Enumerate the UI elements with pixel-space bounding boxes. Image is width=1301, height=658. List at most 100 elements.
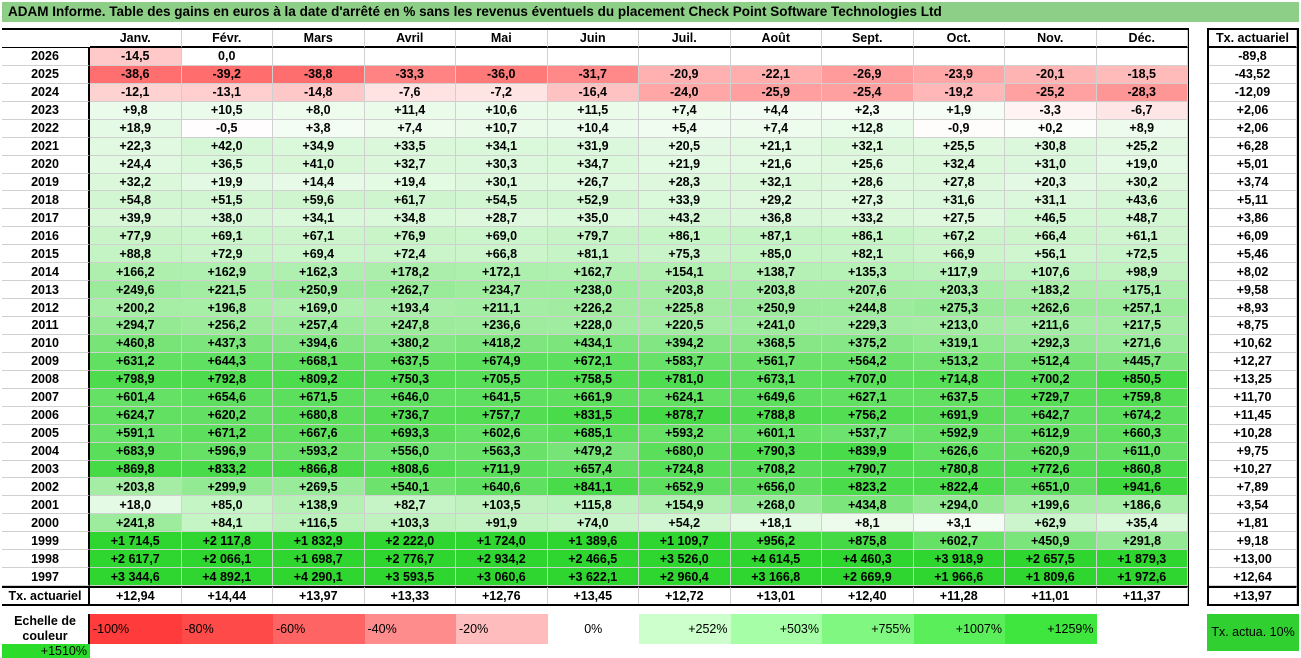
year-label: 1999: [2, 532, 90, 551]
data-cell: +25,5: [913, 137, 1005, 156]
data-cell: +72,5: [1096, 245, 1188, 264]
year-label: 2006: [2, 406, 90, 425]
legend-title: Echelle de couleur: [2, 614, 90, 644]
data-cell: +649,6: [730, 388, 822, 407]
data-cell: +434,8: [822, 496, 914, 515]
data-cell: +2 657,5: [1005, 550, 1097, 569]
legend-swatch: +1007%: [913, 614, 1005, 644]
data-cell: +241,8: [90, 514, 182, 533]
data-cell: +183,2: [1005, 281, 1097, 300]
data-cell: +294,7: [90, 317, 182, 335]
data-cell: +61,1: [1096, 227, 1188, 246]
data-cell: +759,8: [1096, 388, 1188, 407]
legend-swatch: -60%: [273, 614, 365, 644]
data-cell: [1096, 47, 1188, 66]
data-cell: +69,0: [456, 227, 548, 246]
data-cell: +513,2: [913, 352, 1005, 371]
data-cell: +247,8: [364, 317, 456, 335]
month-header-2: Févr.: [181, 30, 273, 48]
data-cell: +27,5: [913, 209, 1005, 228]
year-label: 2001: [2, 496, 90, 515]
data-cell: +22,3: [90, 137, 182, 156]
data-cell: +299,9: [181, 478, 273, 497]
totals-cell: +12,72: [639, 586, 731, 604]
month-header-6: Juin: [547, 30, 639, 48]
data-cell: +262,6: [1005, 299, 1097, 317]
data-cell: +26,7: [547, 173, 639, 192]
data-cell: +54,5: [456, 191, 548, 210]
month-header-9: Sept.: [822, 30, 914, 48]
data-cell: +34,7: [547, 155, 639, 174]
data-cell: +941,6: [1096, 478, 1188, 497]
actuarial-rate-cell: +10,27: [1209, 460, 1297, 479]
year-label: 2019: [2, 173, 90, 192]
data-cell: +84,1: [181, 514, 273, 533]
actuarial-rate-cell: +9,58: [1209, 281, 1297, 300]
data-cell: +5,4: [639, 119, 731, 138]
year-label: 2003: [2, 460, 90, 479]
data-cell: +62,9: [1005, 514, 1097, 533]
color-scale-legend: Echelle de couleur -100% -80% -60% -40% -20% 0…: [2, 614, 1189, 658]
data-cell: +3 622,1: [547, 568, 639, 587]
data-cell: -18,5: [1096, 65, 1188, 84]
data-cell: +72,4: [364, 245, 456, 264]
data-cell: +34,1: [456, 137, 548, 156]
data-cell: +229,3: [822, 317, 914, 335]
data-cell: +52,9: [547, 191, 639, 210]
data-cell: +81,1: [547, 245, 639, 264]
data-cell: +18,9: [90, 119, 182, 138]
data-cell: +38,0: [181, 209, 273, 228]
month-header-11: Nov.: [1005, 30, 1097, 48]
data-cell: -14,5: [90, 47, 182, 66]
data-cell: +624,7: [90, 406, 182, 425]
data-cell: +736,7: [364, 406, 456, 425]
data-cell: +808,6: [364, 460, 456, 479]
data-cell: [456, 47, 548, 66]
totals-cell: +11,28: [913, 586, 1005, 604]
data-cell: +72,9: [181, 245, 273, 264]
data-cell: +249,6: [90, 281, 182, 300]
data-cell: +294,0: [913, 496, 1005, 515]
actuarial-rate-cell: +12,27: [1209, 352, 1297, 371]
data-cell: +869,8: [90, 460, 182, 479]
data-cell: [1005, 47, 1097, 66]
data-cell: -38,8: [273, 65, 365, 84]
actuarial-total: +13,97: [1209, 586, 1297, 604]
totals-cell: +12,94: [90, 586, 182, 604]
data-cell: +631,2: [90, 352, 182, 371]
data-cell: +30,2: [1096, 173, 1188, 192]
data-cell: +591,1: [90, 424, 182, 443]
data-cell: +138,9: [273, 496, 365, 515]
totals-cell: +13,01: [730, 586, 822, 604]
data-cell: +640,6: [456, 478, 548, 497]
data-cell: +654,6: [181, 388, 273, 407]
data-cell: +563,3: [456, 442, 548, 461]
data-cell: +175,1: [1096, 281, 1188, 300]
data-cell: -3,3: [1005, 101, 1097, 120]
data-cell: +2,3: [822, 101, 914, 120]
data-cell: +61,7: [364, 191, 456, 210]
data-cell: +30,3: [456, 155, 548, 174]
data-cell: +674,9: [456, 352, 548, 371]
data-cell: +685,1: [547, 424, 639, 443]
totals-cell: +13,33: [364, 586, 456, 604]
legend-swatch: 0%: [547, 614, 639, 644]
year-label: 2023: [2, 101, 90, 120]
data-cell: +75,3: [639, 245, 731, 264]
data-cell: +271,6: [1096, 334, 1188, 353]
data-cell: +35,0: [547, 209, 639, 228]
data-cell: +3 918,9: [913, 550, 1005, 569]
data-cell: +1,9: [913, 101, 1005, 120]
year-label: 2020: [2, 155, 90, 174]
data-cell: +34,9: [273, 137, 365, 156]
data-cell: [639, 47, 731, 66]
data-cell: [822, 47, 914, 66]
data-cell: +291,8: [1096, 532, 1188, 551]
data-cell: +43,6: [1096, 191, 1188, 210]
actuarial-rate-cell: +9,18: [1209, 532, 1297, 551]
data-cell: -13,1: [181, 83, 273, 102]
data-cell: +42,0: [181, 137, 273, 156]
data-cell: +637,5: [364, 352, 456, 371]
data-cell: +8,1: [822, 514, 914, 533]
data-cell: +82,7: [364, 496, 456, 515]
